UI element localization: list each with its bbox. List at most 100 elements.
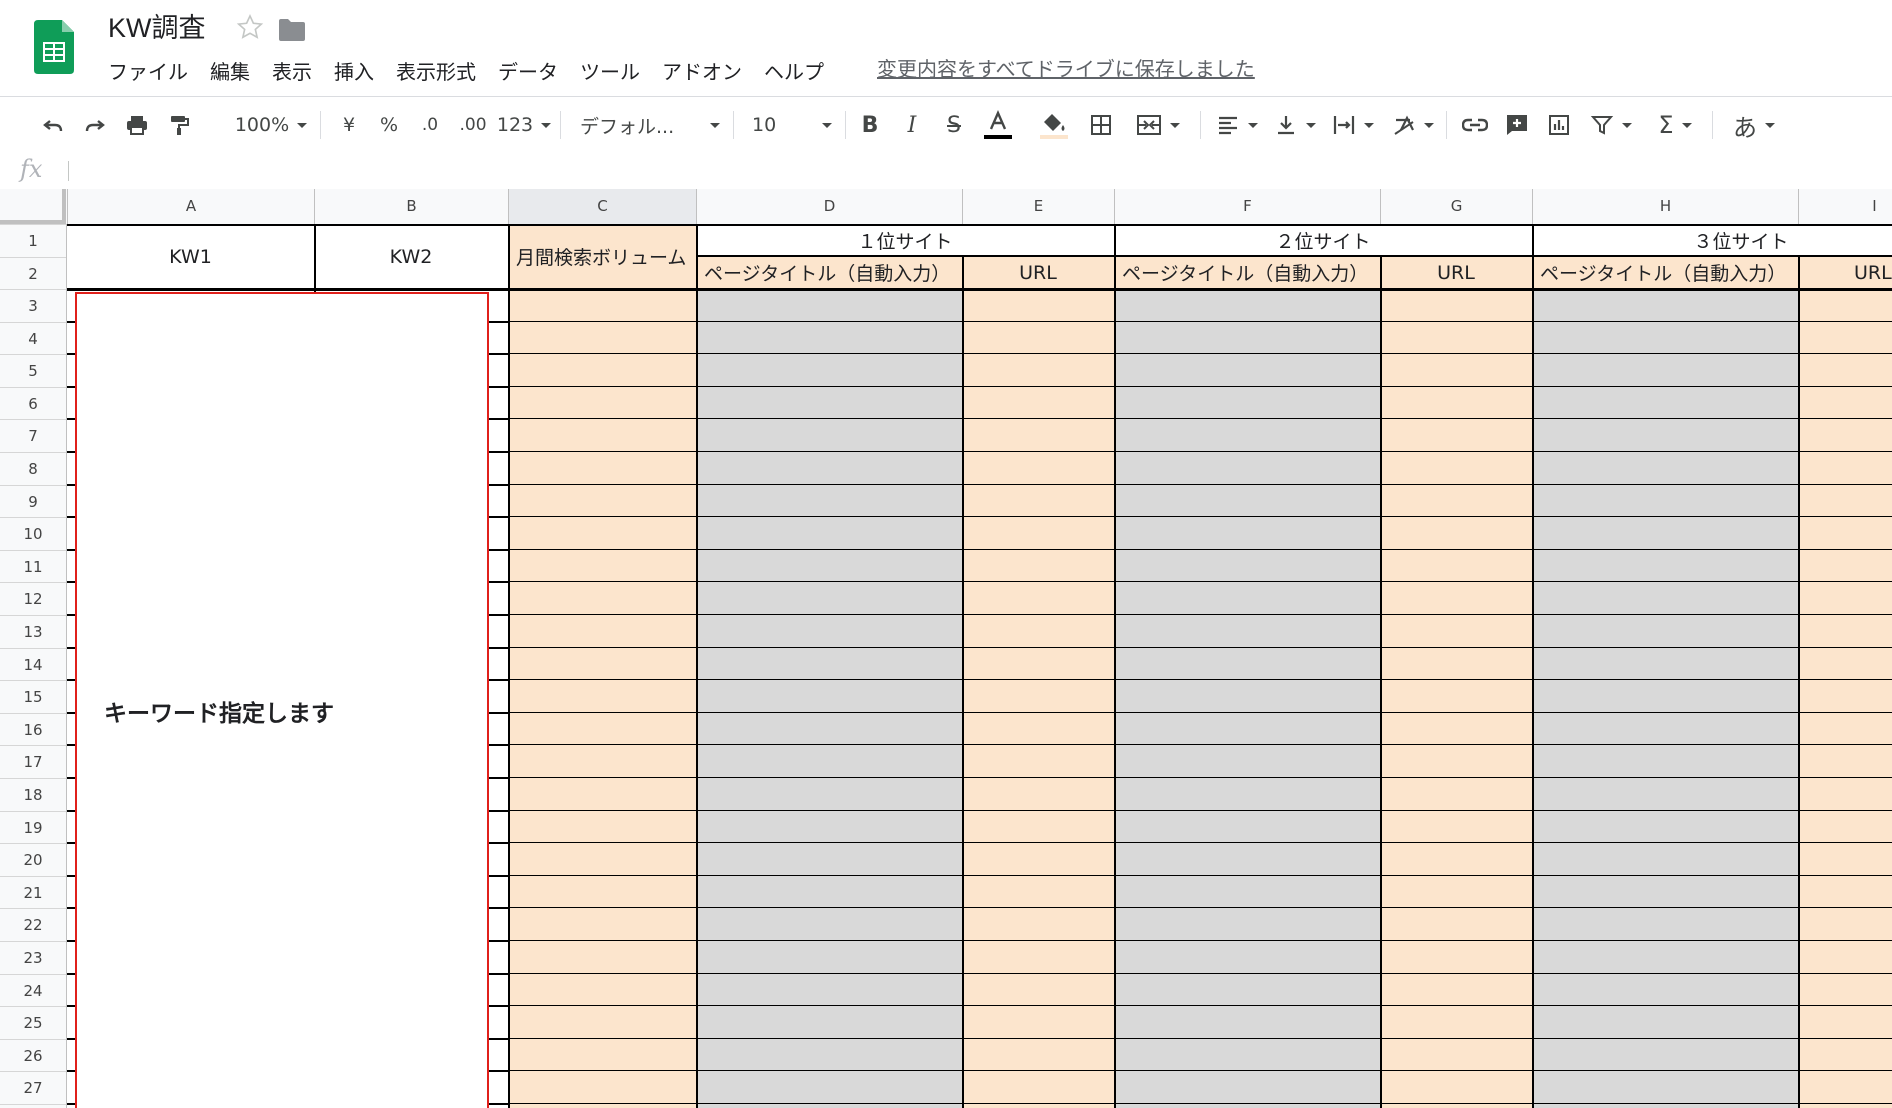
table-cell[interactable]: [1532, 680, 1798, 713]
table-cell[interactable]: [1380, 810, 1532, 844]
table-cell[interactable]: [1798, 843, 1892, 876]
row-header[interactable]: 9: [0, 484, 66, 518]
table-cell[interactable]: [962, 517, 1114, 550]
row-header[interactable]: 4: [0, 321, 66, 355]
table-cell[interactable]: [1114, 386, 1380, 420]
table-cell[interactable]: [1798, 419, 1892, 452]
row-header[interactable]: 23: [0, 941, 66, 974]
table-cell[interactable]: [1380, 419, 1532, 452]
menu-tools[interactable]: ツール: [569, 56, 651, 88]
row-header[interactable]: 27: [0, 1071, 66, 1104]
table-cell[interactable]: [696, 1006, 962, 1039]
table-cell[interactable]: [1114, 517, 1380, 550]
table-cell[interactable]: [1798, 745, 1892, 778]
select-all-corner[interactable]: [0, 189, 66, 224]
column-header-i[interactable]: I: [1798, 189, 1892, 224]
bold-icon[interactable]: B: [855, 107, 885, 143]
table-cell[interactable]: [962, 875, 1114, 909]
table-cell[interactable]: [1798, 778, 1892, 811]
fill-color-icon[interactable]: [1037, 107, 1071, 143]
table-cell[interactable]: [1114, 810, 1380, 844]
menu-help[interactable]: ヘルプ: [753, 56, 835, 88]
table-cell[interactable]: [1380, 647, 1532, 681]
table-cell[interactable]: [696, 452, 962, 485]
table-cell[interactable]: [1380, 712, 1532, 746]
table-cell[interactable]: [696, 647, 962, 681]
undo-icon[interactable]: [38, 107, 68, 143]
table-cell[interactable]: [1114, 1038, 1380, 1072]
header-cell-page-title-2[interactable]: ページタイトル（自動入力）: [1114, 256, 1380, 289]
strikethrough-icon[interactable]: S: [939, 107, 969, 143]
table-cell[interactable]: [508, 1104, 696, 1108]
header-cell-volume[interactable]: 月間検索ボリューム: [508, 224, 696, 289]
italic-icon[interactable]: I: [897, 107, 927, 143]
header-cell-site1[interactable]: １位サイト: [696, 224, 1114, 256]
table-cell[interactable]: [508, 419, 696, 452]
table-cell[interactable]: [696, 582, 962, 615]
header-cell-site3[interactable]: ３位サイト: [1532, 224, 1892, 256]
header-cell-url-1[interactable]: URL: [962, 256, 1114, 289]
table-cell[interactable]: [962, 484, 1114, 518]
table-cell[interactable]: [1114, 745, 1380, 778]
paint-format-icon[interactable]: [164, 107, 194, 143]
text-wrapping-icon[interactable]: [1328, 107, 1378, 143]
table-cell[interactable]: [508, 484, 696, 518]
table-cell[interactable]: [962, 712, 1114, 746]
table-cell[interactable]: [1114, 680, 1380, 713]
document-title[interactable]: KW調査: [108, 10, 206, 46]
table-cell[interactable]: [1532, 1006, 1798, 1039]
table-cell[interactable]: [1798, 973, 1892, 1007]
table-cell[interactable]: [1380, 941, 1532, 974]
table-cell[interactable]: [1380, 1006, 1532, 1039]
table-cell[interactable]: [508, 1071, 696, 1104]
table-cell[interactable]: [508, 1006, 696, 1039]
table-cell[interactable]: [962, 321, 1114, 355]
table-cell[interactable]: [508, 778, 696, 811]
font-family-select[interactable]: デフォル...: [580, 107, 720, 143]
table-cell[interactable]: [1798, 615, 1892, 648]
table-cell[interactable]: [1532, 778, 1798, 811]
table-cell[interactable]: [508, 712, 696, 746]
table-cell[interactable]: [962, 647, 1114, 681]
table-cell[interactable]: [1114, 778, 1380, 811]
table-cell[interactable]: [1798, 810, 1892, 844]
table-cell[interactable]: [962, 386, 1114, 420]
column-header-h[interactable]: H: [1532, 189, 1798, 224]
table-cell[interactable]: [1380, 778, 1532, 811]
table-cell[interactable]: [696, 386, 962, 420]
table-cell[interactable]: [962, 1071, 1114, 1104]
table-cell[interactable]: [962, 419, 1114, 452]
table-cell[interactable]: [1380, 745, 1532, 778]
table-cell[interactable]: [1798, 549, 1892, 583]
row-header[interactable]: 10: [0, 517, 66, 550]
table-cell[interactable]: [962, 843, 1114, 876]
table-cell[interactable]: [1798, 647, 1892, 681]
table-cell[interactable]: [1114, 549, 1380, 583]
table-cell[interactable]: [696, 875, 962, 909]
table-cell[interactable]: [508, 843, 696, 876]
table-cell[interactable]: [508, 973, 696, 1007]
table-cell[interactable]: [1114, 647, 1380, 681]
table-cell[interactable]: [696, 1071, 962, 1104]
table-cell[interactable]: [1380, 484, 1532, 518]
table-cell[interactable]: [508, 941, 696, 974]
table-cell[interactable]: [1532, 419, 1798, 452]
table-cell[interactable]: [962, 810, 1114, 844]
table-cell[interactable]: [1380, 517, 1532, 550]
table-cell[interactable]: [508, 810, 696, 844]
table-cell[interactable]: [1380, 386, 1532, 420]
row-header[interactable]: 13: [0, 615, 66, 648]
star-icon[interactable]: [236, 13, 264, 41]
menu-edit[interactable]: 編集: [199, 56, 261, 88]
row-header[interactable]: 6: [0, 386, 66, 420]
row-header[interactable]: 2: [0, 256, 66, 290]
header-cell-url-3[interactable]: URL: [1798, 256, 1892, 289]
table-cell[interactable]: [1114, 908, 1380, 941]
table-cell[interactable]: [1380, 680, 1532, 713]
table-cell[interactable]: [508, 745, 696, 778]
table-cell[interactable]: [1380, 615, 1532, 648]
table-cell[interactable]: [508, 321, 696, 355]
table-cell[interactable]: [508, 549, 696, 583]
table-cell[interactable]: [1380, 1038, 1532, 1072]
table-cell[interactable]: [1532, 549, 1798, 583]
